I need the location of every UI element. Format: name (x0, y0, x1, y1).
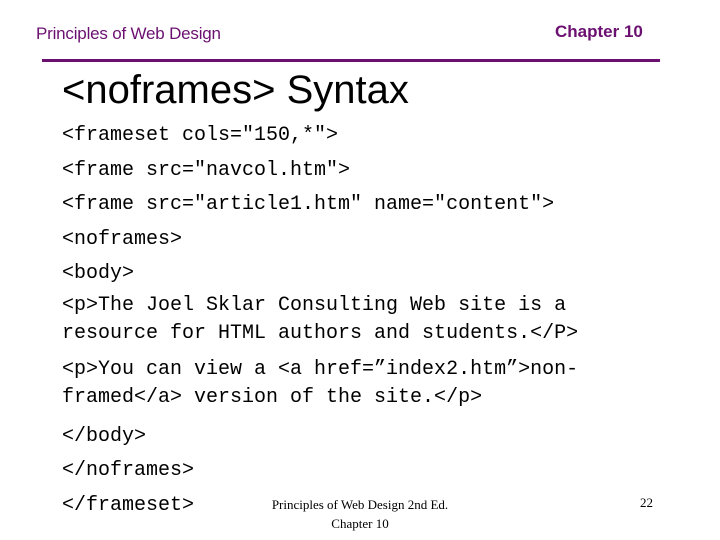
footer-book-title: Principles of Web Design 2nd Ed. (271, 497, 449, 512)
header-rule-divider (42, 59, 660, 62)
footer-chapter: Chapter 10 (331, 516, 389, 531)
slide-title: <noframes> Syntax (62, 68, 409, 112)
code-line: <frame src="article1.htm" name="content"… (62, 193, 555, 216)
code-line: <frameset cols="150,*"> (62, 124, 339, 147)
header-course-title: Principles of Web Design (36, 24, 221, 43)
footer-caption: Principles of Web Design 2nd Ed. Chapter… (262, 495, 458, 533)
code-line: framed</a> version of the site.</p> (62, 385, 483, 409)
code-line: resource for HTML authors and students.<… (62, 321, 579, 345)
code-line: </noframes> (62, 459, 195, 482)
code-line: <p>The Joel Sklar Consulting Web site is… (62, 293, 567, 317)
header-chapter: Chapter 10 (555, 22, 643, 41)
code-line: <frame src="navcol.htm"> (62, 158, 351, 182)
footer-page-number: 22 (640, 495, 653, 510)
code-line: </body> (62, 424, 147, 448)
code-line: <p>You can view a <a href=”index2.htm”>n… (62, 357, 579, 381)
code-line: <noframes> (62, 227, 183, 251)
code-line: <body> (62, 262, 135, 285)
code-block: <frameset cols="150,*"> <frame src="navc… (62, 119, 578, 523)
